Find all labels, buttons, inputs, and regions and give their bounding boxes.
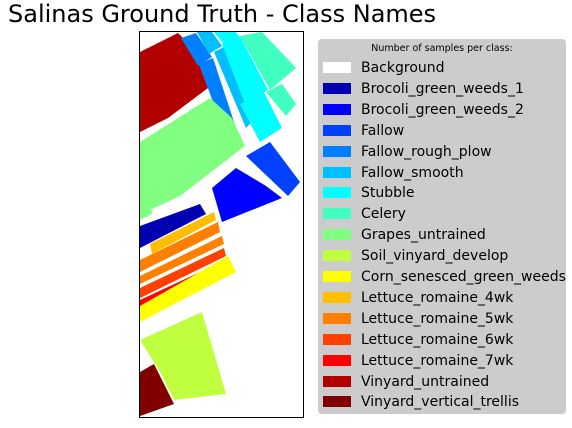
legend-label: Brocoli_green_weeds_1 [361,80,524,97]
legend-label: Background [361,60,445,76]
legend-swatch [323,271,351,282]
legend-swatch [323,312,351,324]
legend-swatch [323,145,351,157]
legend-label: Stubble [361,185,415,202]
legend-swatch [323,229,351,241]
legend-label: Grapes_untrained [361,227,486,244]
legend-swatch [323,250,351,262]
legend-label: Lettuce_romaine_6wk [361,331,514,348]
legend-label: Celery [361,206,406,223]
legend-label: Fallow_smooth [361,164,464,181]
legend-swatch [323,62,351,73]
legend-label: Fallow_rough_plow [361,143,492,160]
legend-label: Lettuce_romaine_7wk [361,352,514,369]
legend: Number of samples per class: Background B… [318,39,566,414]
legend-swatch [323,124,351,136]
legend-label: Lettuce_romaine_4wk [361,289,514,306]
legend-label: Soil_vinyard_develop [361,248,509,265]
legend-swatch [323,396,351,408]
legend-label: Vinyard_vertical_trellis [361,394,520,411]
legend-label: Corn_senesced_green_weeds [361,269,566,285]
legend-swatch [323,208,351,220]
legend-swatch [323,291,351,303]
legend-label: Lettuce_romaine_5wk [361,310,514,327]
legend-swatch [323,333,351,345]
legend-label: Fallow [361,122,405,139]
legend-label: Brocoli_green_weeds_2 [361,101,524,118]
legend-swatch [323,82,351,94]
legend-title: Number of samples per class: [371,43,513,54]
legend-swatch [323,375,351,387]
legend-swatch [323,166,351,178]
legend-swatch [323,187,351,199]
legend-label: Vinyard_untrained [361,373,490,390]
legend-swatch [323,354,351,366]
legend-swatch [323,103,351,115]
